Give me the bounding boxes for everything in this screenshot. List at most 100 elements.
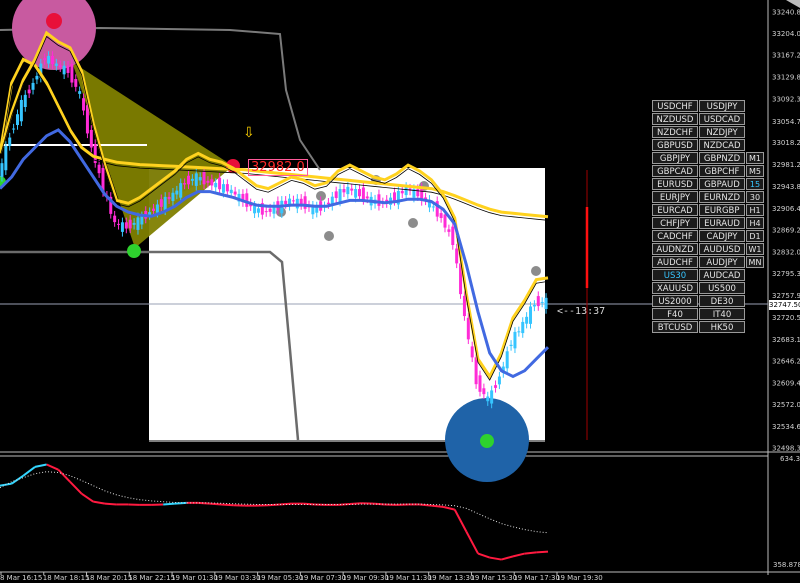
symbol-row: NZDCHF NZDJPY (652, 126, 766, 139)
symbol-button-nzdjpy[interactable]: NZDJPY (699, 126, 745, 138)
price-tick-label: 32498.30 (772, 445, 800, 453)
time-tick-label: 19 Mar 07:30 (299, 574, 346, 582)
symbol-button-usdjpy[interactable]: USDJPY (699, 100, 745, 112)
symbol-button-gbpaud[interactable]: GBPAUD (699, 178, 745, 190)
candle-body (47, 55, 51, 64)
symbol-button-euraud[interactable]: EURAUD (699, 217, 745, 229)
oscillator-main-segment (536, 550, 549, 554)
symbol-button-usdcad[interactable]: USDCAD (699, 113, 745, 125)
price-tick-label: 32981.20 (772, 161, 800, 169)
candle-body (334, 191, 338, 199)
candle-body (163, 196, 167, 211)
price-label-box: 32982.0 (248, 159, 308, 176)
timeframe-button-m1[interactable]: M1 (746, 152, 764, 164)
symbol-button-xauusd[interactable]: XAUUSD (652, 282, 698, 294)
symbol-button-audjpy[interactable]: AUDJPY (699, 256, 745, 268)
price-tick-label: 32869.20 (772, 227, 800, 235)
timeframe-spacer (746, 100, 764, 113)
oscillator-main-segment (104, 502, 117, 506)
symbol-button-cadchf[interactable]: CADCHF (652, 230, 698, 242)
candle-body (194, 173, 198, 186)
timeframe-button-30[interactable]: 30 (746, 191, 764, 203)
candle-body (210, 179, 214, 186)
candle-body (439, 213, 443, 218)
timeframe-spacer (746, 126, 764, 139)
symbol-button-nzdchf[interactable]: NZDCHF (652, 126, 698, 138)
oscillator-main-segment (221, 503, 234, 507)
candle-body (8, 137, 12, 146)
symbol-button-eurusd[interactable]: EURUSD (652, 178, 698, 190)
price-tick-label: 32609.40 (772, 379, 800, 387)
timeframe-button-h1[interactable]: H1 (746, 204, 764, 216)
symbol-row: AUDNZD AUDUSD W1 (652, 243, 766, 256)
oscillator-max-label: 634.3163 (780, 455, 800, 463)
time-tick-label: 8 Mar 16:15 (0, 574, 42, 582)
symbol-button-audcad[interactable]: AUDCAD (699, 269, 745, 281)
candle-body (451, 226, 455, 246)
timeframe-button-mn[interactable]: MN (746, 256, 764, 268)
timeframe-button-m5[interactable]: M5 (746, 165, 764, 177)
candle-body (447, 229, 451, 232)
symbol-button-gbpnzd[interactable]: GBPNZD (699, 152, 745, 164)
symbol-button-audusd[interactable]: AUDUSD (699, 243, 745, 255)
candle-body (377, 194, 381, 206)
symbol-button-btcusd[interactable]: BTCUSD (652, 321, 698, 333)
candle-body (82, 98, 86, 111)
symbol-button-audchf[interactable]: AUDCHF (652, 256, 698, 268)
candle-body (78, 91, 82, 94)
oscillator-main-segment (431, 504, 444, 508)
symbol-button-eurgbp[interactable]: EURGBP (699, 204, 745, 216)
candle-body (190, 178, 194, 181)
symbol-button-gbpjpy[interactable]: GBPJPY (652, 152, 698, 164)
price-tick-label: 33204.00 (772, 30, 800, 38)
symbol-button-gbpchf[interactable]: GBPCHF (699, 165, 745, 177)
candle-body (505, 351, 509, 369)
symbol-button-us30[interactable]: US30 (652, 269, 698, 281)
candle-body (0, 163, 4, 177)
timeframe-button-15[interactable]: 15 (746, 178, 764, 190)
price-tick-label: 33240.80 (772, 9, 800, 17)
symbol-button-us2000[interactable]: US2000 (652, 295, 698, 307)
candle-body (186, 175, 190, 185)
candle-body (218, 177, 222, 190)
candle-body (214, 182, 218, 188)
candle-body (268, 208, 272, 212)
symbol-button-eurjpy[interactable]: EURJPY (652, 191, 698, 203)
symbol-button-usdchf[interactable]: USDCHF (652, 100, 698, 112)
candle-body (54, 63, 58, 66)
candle-body (532, 304, 536, 307)
symbol-button-eurcad[interactable]: EURCAD (652, 204, 698, 216)
candle-body (466, 317, 470, 340)
symbol-button-nzdcad[interactable]: NZDCAD (699, 139, 745, 151)
symbol-button-de30[interactable]: DE30 (699, 295, 745, 307)
candle-body (494, 385, 498, 388)
timeframe-button-w1[interactable]: W1 (746, 243, 764, 255)
symbol-button-cadjpy[interactable]: CADJPY (699, 230, 745, 242)
candle-body (159, 199, 163, 207)
timeframe-button-d1[interactable]: D1 (746, 230, 764, 242)
candle-body (404, 186, 408, 196)
timeframe-button-h4[interactable]: H4 (746, 217, 764, 229)
candle-body (513, 331, 517, 349)
candle-body (66, 65, 70, 73)
candle-body (303, 196, 307, 209)
symbol-row: BTCUSD HK50 (652, 321, 766, 334)
symbol-button-nzdusd[interactable]: NZDUSD (652, 113, 698, 125)
candle-body (225, 184, 229, 192)
symbol-button-f40[interactable]: F40 (652, 308, 698, 320)
symbol-button-gbpusd[interactable]: GBPUSD (652, 139, 698, 151)
symbol-button-gbpcad[interactable]: GBPCAD (652, 165, 698, 177)
candle-body (455, 248, 459, 264)
symbol-button-it40[interactable]: IT40 (699, 308, 745, 320)
symbol-button-hk50[interactable]: HK50 (699, 321, 745, 333)
price-tick-label: 32534.60 (772, 423, 800, 431)
price-tick-label: 33054.70 (772, 118, 800, 126)
candle-body (152, 208, 156, 211)
symbol-button-us500[interactable]: US500 (699, 282, 745, 294)
candle-body (326, 202, 330, 205)
candle-body (12, 128, 16, 130)
symbol-button-audnzd[interactable]: AUDNZD (652, 243, 698, 255)
symbol-button-eurnzd[interactable]: EURNZD (699, 191, 745, 203)
symbol-button-chfjpy[interactable]: CHFJPY (652, 217, 698, 229)
symbol-row: US2000 DE30 (652, 295, 766, 308)
